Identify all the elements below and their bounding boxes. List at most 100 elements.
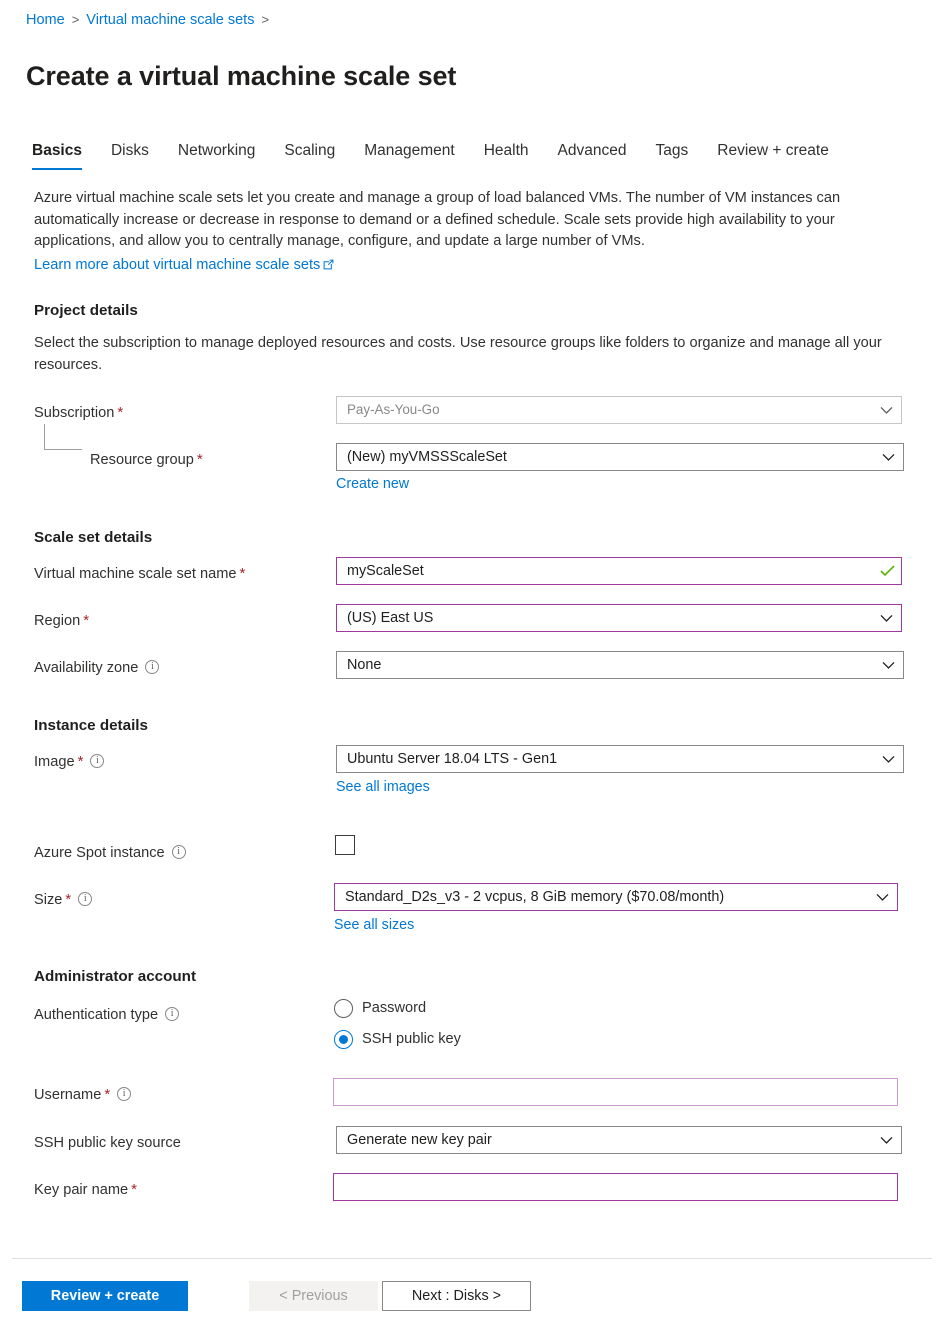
image-dropdown[interactable]: Ubuntu Server 18.04 LTS - Gen1 <box>336 745 904 773</box>
scale-set-name-input[interactable]: myScaleSet <box>336 557 902 585</box>
region-value: (US) East US <box>337 609 871 627</box>
tab-basics[interactable]: Basics <box>32 141 82 170</box>
key-pair-name-label-text: Key pair name <box>34 1182 128 1198</box>
breadcrumb-item-home[interactable]: Home <box>26 12 65 28</box>
instance-details-title: Instance details <box>34 716 148 736</box>
image-value: Ubuntu Server 18.04 LTS - Gen1 <box>337 750 873 768</box>
tab-review-create[interactable]: Review + create <box>717 141 829 170</box>
auth-type-option-ssh-public-key[interactable]: SSH public key <box>334 1029 461 1049</box>
chevron-down-icon <box>873 755 903 764</box>
auth-type-option-ssh-public-key-label: SSH public key <box>362 1029 461 1049</box>
chevron-down-icon <box>871 1136 901 1145</box>
availability-zone-value: None <box>337 656 873 674</box>
username-label-text: Username <box>34 1087 101 1103</box>
external-link-icon <box>323 256 334 278</box>
username-input[interactable] <box>333 1078 898 1106</box>
region-label: Region* <box>34 611 89 631</box>
info-icon[interactable] <box>145 660 159 674</box>
resource-group-label: Resource group* <box>90 450 203 470</box>
size-dropdown[interactable]: Standard_D2s_v3 - 2 vcpus, 8 GiB memory … <box>334 883 898 911</box>
auth-type-option-password[interactable]: Password <box>334 998 426 1018</box>
info-icon[interactable] <box>90 754 104 768</box>
subscription-value: Pay-As-You-Go <box>337 401 871 419</box>
breadcrumb-separator: > <box>72 12 80 27</box>
scale-set-name-label: Virtual machine scale set name* <box>34 564 245 584</box>
size-value: Standard_D2s_v3 - 2 vcpus, 8 GiB memory … <box>335 888 867 906</box>
availability-zone-label-text: Availability zone <box>34 660 138 676</box>
resource-group-value: (New) myVMSSScaleSet <box>337 448 873 466</box>
learn-more-label: Learn more about virtual machine scale s… <box>34 257 320 273</box>
valid-check-icon <box>873 565 901 577</box>
footer-divider <box>12 1258 932 1259</box>
resource-group-label-text: Resource group <box>90 452 194 468</box>
region-label-text: Region <box>34 613 80 629</box>
subscription-label: Subscription* <box>34 403 123 423</box>
tab-tags[interactable]: Tags <box>656 141 689 170</box>
create-new-resource-group-link[interactable]: Create new <box>336 475 409 493</box>
tab-advanced[interactable]: Advanced <box>558 141 627 170</box>
breadcrumb-item-virtual-machine-scale-sets[interactable]: Virtual machine scale sets <box>86 12 254 28</box>
chevron-down-icon <box>873 453 903 462</box>
next-disks-button[interactable]: Next : Disks > <box>382 1281 531 1311</box>
size-label-text: Size <box>34 892 62 908</box>
availability-zone-dropdown[interactable]: None <box>336 651 904 679</box>
auth-type-option-password-label: Password <box>362 998 426 1018</box>
breadcrumb: Home > Virtual machine scale sets > <box>26 10 276 30</box>
project-details-description: Select the subscription to manage deploy… <box>34 333 899 376</box>
key-pair-name-label: Key pair name* <box>34 1180 137 1200</box>
tab-networking[interactable]: Networking <box>178 141 256 170</box>
subscription-dropdown[interactable]: Pay-As-You-Go <box>336 396 902 424</box>
intro-block: Azure virtual machine scale sets let you… <box>34 188 894 277</box>
learn-more-link[interactable]: Learn more about virtual machine scale s… <box>34 255 334 278</box>
info-icon[interactable] <box>165 1007 179 1021</box>
region-dropdown[interactable]: (US) East US <box>336 604 902 632</box>
info-icon[interactable] <box>78 892 92 906</box>
tab-management[interactable]: Management <box>364 141 454 170</box>
previous-button: < Previous <box>249 1281 378 1311</box>
size-label: Size* <box>34 890 92 910</box>
scale-set-details-title: Scale set details <box>34 528 152 548</box>
tab-disks[interactable]: Disks <box>111 141 149 170</box>
azure-spot-instance-label-text: Azure Spot instance <box>34 845 165 861</box>
chevron-down-icon <box>867 893 897 902</box>
see-all-sizes-link[interactable]: See all sizes <box>334 916 414 934</box>
azure-spot-instance-checkbox[interactable] <box>335 835 355 855</box>
info-icon[interactable] <box>117 1087 131 1101</box>
availability-zone-label: Availability zone <box>34 658 159 678</box>
radio-icon <box>334 999 353 1018</box>
see-all-images-link[interactable]: See all images <box>336 778 430 796</box>
review-create-button[interactable]: Review + create <box>22 1281 188 1311</box>
ssh-public-key-source-dropdown[interactable]: Generate new key pair <box>336 1126 902 1154</box>
ssh-public-key-source-value: Generate new key pair <box>337 1131 871 1149</box>
ssh-public-key-source-label: SSH public key source <box>34 1133 181 1153</box>
info-icon[interactable] <box>172 845 186 859</box>
scale-set-name-label-text: Virtual machine scale set name <box>34 566 237 582</box>
resource-group-dropdown[interactable]: (New) myVMSSScaleSet <box>336 443 904 471</box>
azure-spot-instance-label: Azure Spot instance <box>34 843 186 863</box>
resource-group-tree-connector <box>44 424 82 450</box>
page-title: Create a virtual machine scale set <box>26 58 456 94</box>
required-asterisk: * <box>78 753 84 770</box>
breadcrumb-separator: > <box>261 12 269 27</box>
scale-set-name-value: myScaleSet <box>337 562 873 580</box>
image-label-text: Image <box>34 754 75 770</box>
tab-scaling[interactable]: Scaling <box>284 141 335 170</box>
required-asterisk: * <box>131 1181 137 1198</box>
required-asterisk: * <box>83 612 89 629</box>
intro-paragraph: Azure virtual machine scale sets let you… <box>34 190 840 249</box>
key-pair-name-input[interactable] <box>333 1173 898 1201</box>
authentication-type-label-text: Authentication type <box>34 1007 158 1023</box>
subscription-label-text: Subscription <box>34 405 114 421</box>
authentication-type-label: Authentication type <box>34 1005 179 1025</box>
required-asterisk: * <box>240 565 246 582</box>
administrator-account-title: Administrator account <box>34 967 196 987</box>
tab-bar: Basics Disks Networking Scaling Manageme… <box>32 141 829 177</box>
project-details-title: Project details <box>34 301 138 321</box>
required-asterisk: * <box>104 1086 110 1103</box>
required-asterisk: * <box>197 451 203 468</box>
required-asterisk: * <box>117 404 123 421</box>
image-label: Image* <box>34 752 104 772</box>
chevron-down-icon <box>873 661 903 670</box>
ssh-public-key-source-label-text: SSH public key source <box>34 1135 181 1151</box>
tab-health[interactable]: Health <box>484 141 529 170</box>
